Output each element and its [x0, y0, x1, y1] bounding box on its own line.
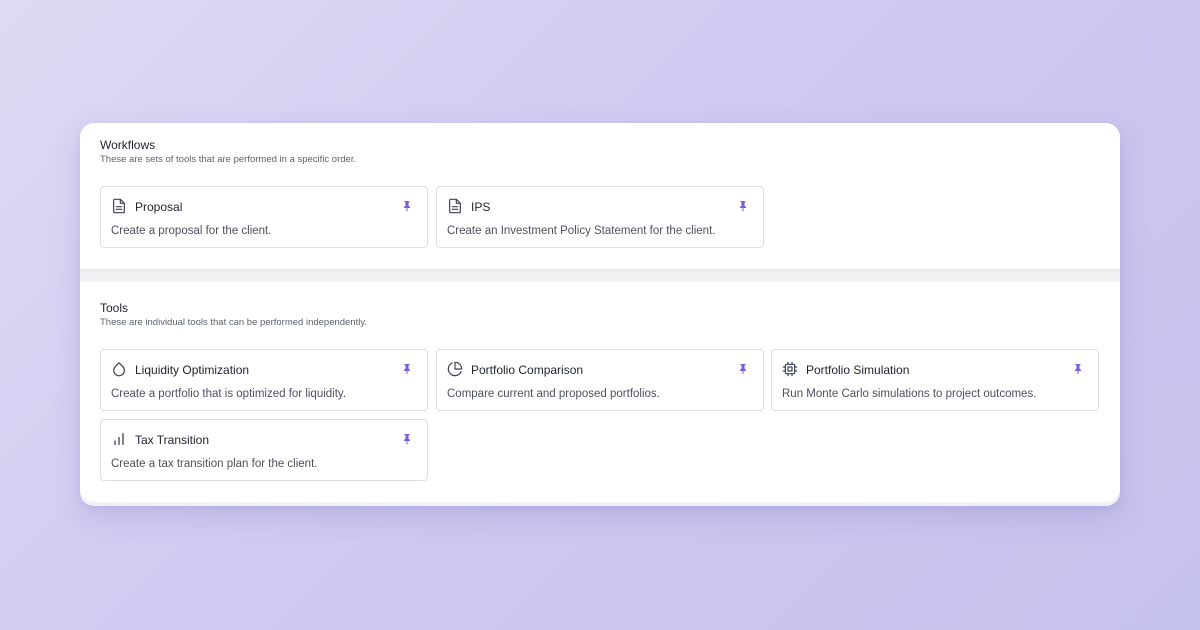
document-icon [447, 198, 463, 214]
workflows-subtitle: These are sets of tools that are perform… [100, 154, 357, 165]
workflow-card-proposal[interactable]: Proposal Create a proposal for the clien… [100, 186, 428, 248]
card-title: IPS [471, 200, 491, 214]
pie-chart-icon [447, 361, 463, 377]
workflows-title: Workflows [100, 138, 156, 152]
pin-icon[interactable] [401, 433, 413, 445]
pin-icon[interactable] [1072, 363, 1084, 375]
card-title: Tax Transition [135, 433, 210, 447]
workflow-card-ips[interactable]: IPS Create an Investment Policy Statemen… [436, 186, 764, 248]
card-description: Create a proposal for the client. [111, 225, 272, 237]
card-title: Liquidity Optimization [135, 363, 250, 377]
tool-card-tax-transition[interactable]: Tax Transition Create a tax transition p… [100, 419, 428, 481]
tool-card-liquidity-optimization[interactable]: Liquidity Optimization Create a portfoli… [100, 349, 428, 411]
tools-title: Tools [100, 301, 129, 315]
card-description: Create a portfolio that is optimized for… [111, 388, 347, 400]
tools-section: Tools These are individual tools that ca… [80, 282, 1120, 502]
pin-icon[interactable] [401, 200, 413, 212]
card-title: Proposal [135, 200, 183, 214]
tools-panel: Workflows These are sets of tools that a… [80, 123, 1120, 506]
card-title: Portfolio Comparison [471, 363, 584, 377]
pin-icon[interactable] [737, 363, 749, 375]
pin-icon[interactable] [737, 200, 749, 212]
pin-icon[interactable] [401, 363, 413, 375]
tool-card-portfolio-simulation[interactable]: Portfolio Simulation Run Monte Carlo sim… [771, 349, 1099, 411]
card-description: Create a tax transition plan for the cli… [111, 458, 318, 470]
card-description: Create an Investment Policy Statement fo… [447, 225, 716, 237]
card-description: Run Monte Carlo simulations to project o… [782, 388, 1037, 400]
tools-subtitle: These are individual tools that can be p… [100, 317, 368, 328]
document-icon [111, 198, 127, 214]
card-description: Compare current and proposed portfolios. [447, 388, 660, 400]
droplet-icon [111, 361, 127, 377]
tool-card-portfolio-comparison[interactable]: Portfolio Comparison Compare current and… [436, 349, 764, 411]
bar-chart-icon [111, 431, 127, 447]
workflows-section: Workflows These are sets of tools that a… [80, 123, 1120, 269]
card-title: Portfolio Simulation [806, 363, 910, 377]
cpu-chip-icon [782, 361, 798, 377]
